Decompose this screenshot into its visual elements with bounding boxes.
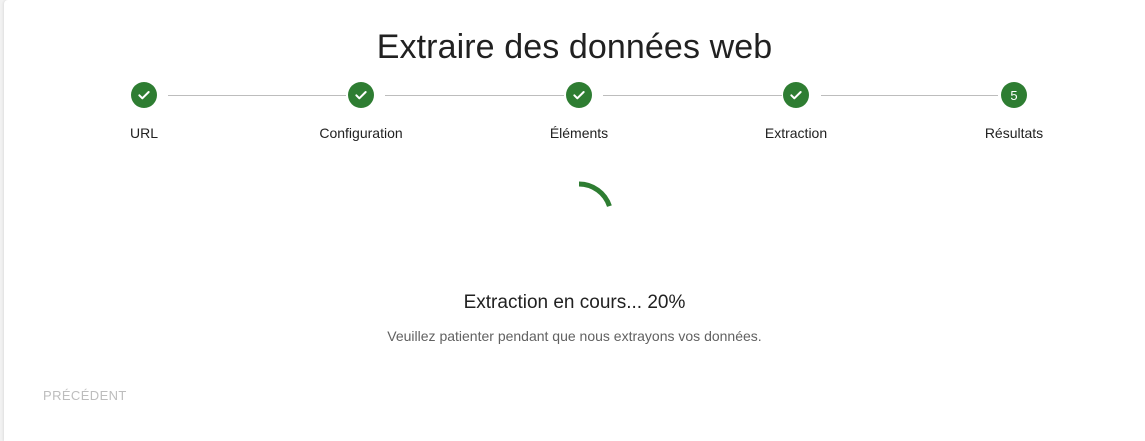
step-results[interactable]: 5 Résultats	[934, 82, 1094, 141]
step-number: 5	[1001, 82, 1027, 108]
main-card: Extraire des données web URL Configurati…	[4, 0, 1145, 441]
step-label: Résultats	[984, 125, 1044, 141]
check-icon	[573, 91, 585, 100]
step-label: Éléments	[549, 125, 609, 141]
progress-status: Extraction en cours... 20%	[463, 292, 686, 313]
progress-subtext: Veuillez patienter pendant que nous extr…	[387, 328, 762, 344]
step-label: Extraction	[764, 125, 828, 141]
step-circle	[566, 82, 592, 108]
check-icon	[790, 91, 802, 100]
stepper: URL Configuration Éléments Extraction 5 …	[4, 82, 1145, 152]
step-label: Configuration	[319, 125, 403, 141]
step-configuration[interactable]: Configuration	[281, 82, 441, 141]
progress-spinner	[578, 181, 612, 208]
page-title: Extraire des données web	[376, 28, 773, 66]
step-url[interactable]: URL	[64, 82, 224, 141]
check-icon	[138, 91, 150, 100]
previous-button[interactable]: Précédent	[35, 382, 135, 409]
step-label: URL	[129, 125, 158, 141]
step-circle	[348, 82, 374, 108]
step-extraction[interactable]: Extraction	[716, 82, 876, 141]
step-elements[interactable]: Éléments	[499, 82, 659, 141]
step-circle	[783, 82, 809, 108]
spinner-arc	[578, 181, 612, 208]
check-icon	[355, 91, 367, 100]
step-circle	[131, 82, 157, 108]
